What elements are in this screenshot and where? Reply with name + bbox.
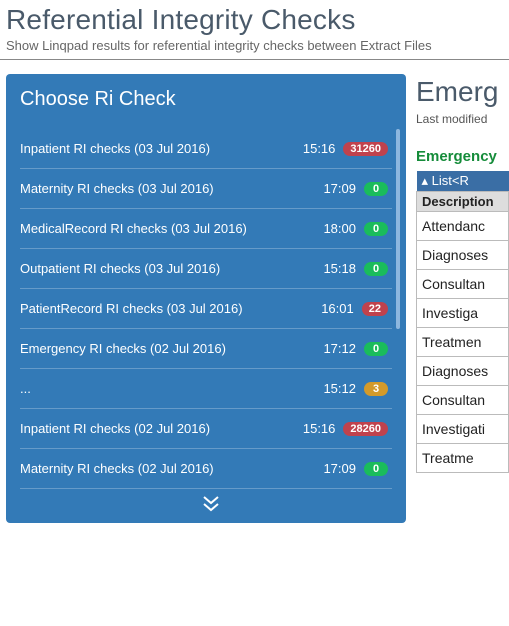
- ri-check-item-label: Outpatient RI checks (03 Jul 2016): [20, 261, 312, 276]
- count-badge: 0: [364, 182, 388, 196]
- grid-row-cell[interactable]: Consultan: [417, 386, 509, 415]
- count-badge: 0: [364, 342, 388, 356]
- grid-row-cell[interactable]: Treatmen: [417, 328, 509, 357]
- ri-check-item-label: Inpatient RI checks (03 Jul 2016): [20, 141, 291, 156]
- ri-check-item-time: 16:01: [310, 301, 354, 316]
- grid-row-cell[interactable]: Diagnoses: [417, 241, 509, 270]
- count-badge: 0: [364, 222, 388, 236]
- grid-list-header[interactable]: ▴ List<R: [417, 171, 509, 192]
- ri-check-item-time: 17:12: [312, 341, 356, 356]
- ri-check-item[interactable]: PatientRecord RI checks (03 Jul 2016)16:…: [20, 289, 392, 329]
- ri-check-item-time: 15:18: [312, 261, 356, 276]
- ri-check-item-label: Maternity RI checks (02 Jul 2016): [20, 461, 312, 476]
- page-title: Referential Integrity Checks: [6, 4, 503, 36]
- panel-title: Choose Ri Check: [20, 88, 402, 111]
- ri-check-item[interactable]: Maternity RI checks (02 Jul 2016)17:09 0: [20, 449, 392, 489]
- ri-check-item-label: Inpatient RI checks (02 Jul 2016): [20, 421, 291, 436]
- grid-row-cell[interactable]: Consultan: [417, 270, 509, 299]
- count-badge: 0: [364, 462, 388, 476]
- ri-check-item-label: PatientRecord RI checks (03 Jul 2016): [20, 301, 310, 316]
- ri-check-item-time: 17:09: [312, 461, 356, 476]
- grid-row-cell[interactable]: Attendanc: [417, 212, 509, 241]
- expand-footer[interactable]: [20, 489, 402, 513]
- chevron-down-double-icon: [20, 495, 402, 513]
- scrollbar-thumb[interactable]: [396, 129, 400, 329]
- detail-subtitle: Last modified: [416, 112, 509, 126]
- count-badge: 3: [364, 382, 388, 396]
- ri-check-item[interactable]: Maternity RI checks (03 Jul 2016)17:09 0: [20, 169, 392, 209]
- ri-check-item-label: ...: [20, 381, 312, 396]
- ri-check-panel: Choose Ri Check Inpatient RI checks (03 …: [6, 74, 406, 523]
- ri-check-item-time: 18:00: [312, 221, 356, 236]
- ri-check-item[interactable]: Inpatient RI checks (02 Jul 2016)15:16 28…: [20, 409, 392, 449]
- page-header: Referential Integrity Checks Show Linqpa…: [0, 0, 509, 60]
- detail-column: Emerg Last modified Emergency ▴ List<R D…: [416, 74, 509, 523]
- scrollbar[interactable]: [396, 129, 400, 481]
- detail-table: ▴ List<R Description AttendancDiagnosesC…: [416, 171, 509, 473]
- ri-check-item[interactable]: Inpatient RI checks (03 Jul 2016)15:16 31…: [20, 129, 392, 169]
- count-badge: 31260: [343, 142, 388, 156]
- detail-section-heading: Emergency: [416, 148, 509, 165]
- detail-title: Emerg: [416, 76, 509, 108]
- ri-check-item-time: 15:12: [312, 381, 356, 396]
- grid-row-cell[interactable]: Treatme: [417, 444, 509, 473]
- ri-check-item-time: 17:09: [312, 181, 356, 196]
- grid-row-cell[interactable]: Diagnoses: [417, 357, 509, 386]
- ri-check-item-time: 15:16: [291, 421, 335, 436]
- ri-check-item-label: MedicalRecord RI checks (03 Jul 2016): [20, 221, 312, 236]
- ri-check-item-time: 15:16: [291, 141, 335, 156]
- count-badge: 28260: [343, 422, 388, 436]
- ri-check-list: Inpatient RI checks (03 Jul 2016)15:1631…: [20, 129, 402, 489]
- ri-check-item[interactable]: MedicalRecord RI checks (03 Jul 2016)18:…: [20, 209, 392, 249]
- count-badge: 0: [364, 262, 388, 276]
- ri-check-item[interactable]: ...15:12 3: [20, 369, 392, 409]
- count-badge: 22: [362, 302, 388, 316]
- grid-row-cell[interactable]: Investigati: [417, 415, 509, 444]
- ri-check-item-label: Emergency RI checks (02 Jul 2016): [20, 341, 312, 356]
- content-row: Choose Ri Check Inpatient RI checks (03 …: [0, 60, 509, 523]
- ri-check-item[interactable]: Outpatient RI checks (03 Jul 2016)15:18 0: [20, 249, 392, 289]
- page-subtitle: Show Linqpad results for referential int…: [6, 38, 503, 53]
- ri-check-item[interactable]: Emergency RI checks (02 Jul 2016)17:12 0: [20, 329, 392, 369]
- grid-row-cell[interactable]: Investiga: [417, 299, 509, 328]
- ri-check-item-label: Maternity RI checks (03 Jul 2016): [20, 181, 312, 196]
- grid-col-description: Description: [417, 192, 509, 212]
